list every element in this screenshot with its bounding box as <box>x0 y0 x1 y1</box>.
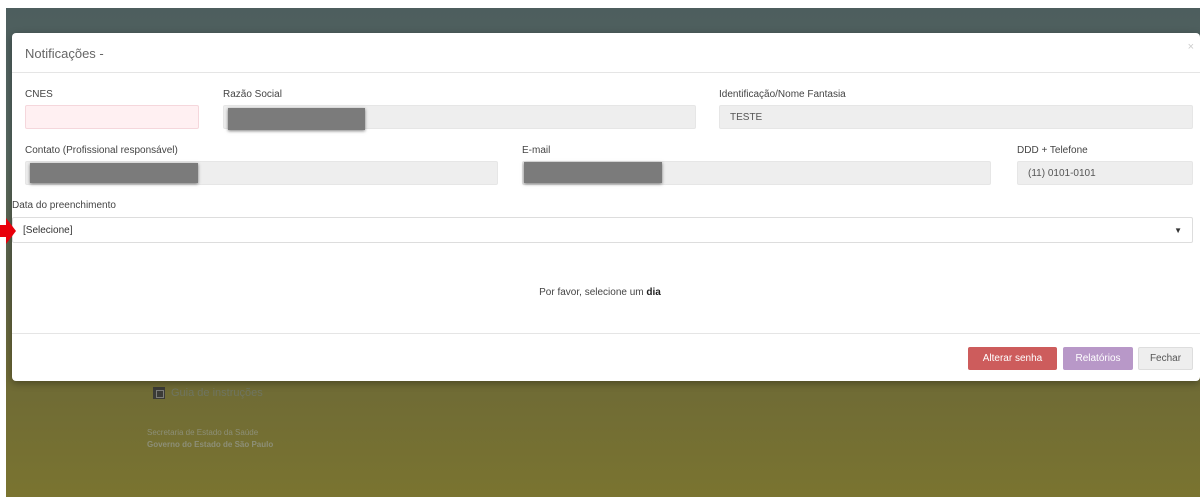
modal-header: Notificações - × <box>12 33 1200 73</box>
message-bold: dia <box>646 287 661 298</box>
guide-label: Guia de instruções <box>171 387 263 399</box>
governo-text: Governo do Estado de São Paulo <box>147 440 274 449</box>
secretaria-text: Secretaria de Estado da Saúde <box>147 428 259 437</box>
telefone-label: DDD + Telefone <box>1017 145 1088 156</box>
modal-footer-divider <box>12 333 1200 334</box>
razao-social-label: Razão Social <box>223 89 282 100</box>
select-day-message: Por favor, selecione um dia <box>0 287 1200 298</box>
relatorios-button[interactable]: Relatórios <box>1063 347 1133 370</box>
modal-title: Notificações - <box>25 46 104 61</box>
date-select-value: [Selecione] <box>23 224 73 236</box>
cnes-field[interactable] <box>25 105 199 129</box>
message-text: Por favor, selecione um <box>539 287 647 298</box>
redacted-block <box>228 108 365 130</box>
alterar-senha-button[interactable]: Alterar senha <box>968 347 1057 370</box>
email-label: E-mail <box>522 145 551 156</box>
notifications-modal: Notificações - × <box>12 33 1200 381</box>
fechar-button[interactable]: Fechar <box>1138 347 1193 370</box>
chevron-down-icon: ▼ <box>1174 225 1182 235</box>
pdf-icon <box>153 387 165 399</box>
date-select[interactable]: [Selecione] ▼ <box>12 217 1193 243</box>
close-icon[interactable]: × <box>1188 41 1194 53</box>
red-arrow-icon <box>0 218 16 244</box>
contato-label: Contato (Profissional responsável) <box>25 145 178 156</box>
redacted-block <box>524 162 662 183</box>
redacted-block <box>30 163 198 183</box>
date-label: Data do preenchimento <box>12 200 116 211</box>
identificacao-label: Identificação/Nome Fantasia <box>719 89 846 100</box>
identificacao-field[interactable]: TESTE <box>719 105 1193 129</box>
telefone-field[interactable]: (11) 0101-0101 <box>1017 161 1193 185</box>
guide-link[interactable]: Guia de instruções <box>153 387 263 399</box>
cnes-label: CNES <box>25 89 53 100</box>
